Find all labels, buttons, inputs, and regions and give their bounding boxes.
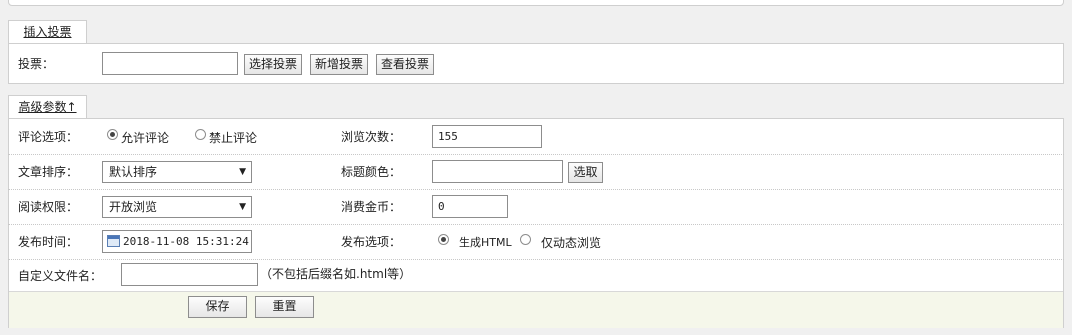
title-color-label: 标题颜色： xyxy=(341,165,402,179)
sort-select-value: 默认排序 xyxy=(109,165,158,179)
comment-options-label: 评论选项： xyxy=(18,130,79,144)
radio-allow-comment[interactable] xyxy=(107,129,118,140)
row-divider xyxy=(8,189,1064,190)
pick-color-button[interactable]: 选取 xyxy=(568,162,603,183)
publish-time-input[interactable]: 2018-11-08 15:31:24 xyxy=(102,230,252,253)
advanced-panel xyxy=(8,118,1064,328)
row-divider xyxy=(8,259,1064,260)
insert-vote-panel: 投票： 选择投票 新增投票 查看投票 xyxy=(8,43,1064,84)
views-label: 浏览次数： xyxy=(341,130,402,144)
read-permission-select[interactable]: 开放浏览 ▼ xyxy=(102,196,252,218)
read-permission-value: 开放浏览 xyxy=(109,200,158,214)
vote-label: 投票： xyxy=(18,57,55,71)
custom-filename-label: 自定义文件名： xyxy=(18,269,103,283)
publish-time-value: 2018-11-08 15:31:24 xyxy=(123,235,249,248)
title-color-input[interactable] xyxy=(432,160,563,183)
select-vote-button[interactable]: 选择投票 xyxy=(244,54,302,75)
view-vote-button[interactable]: 查看投票 xyxy=(376,54,434,75)
calendar-icon[interactable] xyxy=(107,235,120,247)
form-footer xyxy=(9,291,1063,328)
custom-filename-hint: （不包括后缀名如.html等） xyxy=(260,267,412,281)
sort-select[interactable]: 默认排序 ▼ xyxy=(102,161,252,183)
custom-filename-input[interactable] xyxy=(121,263,258,286)
vote-input[interactable] xyxy=(102,52,238,75)
reset-button[interactable]: 重置 xyxy=(255,296,314,318)
chevron-down-icon[interactable]: ▼ xyxy=(239,197,246,217)
read-permission-label: 阅读权限： xyxy=(18,200,79,214)
forbid-comment-label[interactable]: 禁止评论 xyxy=(209,130,257,146)
allow-comment-label[interactable]: 允许评论 xyxy=(121,130,169,146)
tab-insert-vote[interactable]: 插入投票 xyxy=(8,20,87,44)
publish-time-label: 发布时间： xyxy=(18,235,79,249)
coins-label: 消费金币： xyxy=(341,200,402,214)
publish-option-label: 发布选项： xyxy=(341,235,402,249)
generate-html-label[interactable]: 生成HTML xyxy=(459,235,512,251)
tab-advanced-params-label[interactable]: 高级参数↑ xyxy=(18,100,76,114)
tab-advanced-params[interactable]: 高级参数↑ xyxy=(8,95,87,119)
add-vote-button[interactable]: 新增投票 xyxy=(310,54,368,75)
views-input[interactable]: 155 xyxy=(432,125,542,148)
row-divider xyxy=(8,154,1064,155)
previous-section-panel xyxy=(8,0,1064,6)
dynamic-only-label[interactable]: 仅动态浏览 xyxy=(541,235,601,251)
sort-label: 文章排序： xyxy=(18,165,79,179)
radio-generate-html[interactable] xyxy=(438,234,449,245)
radio-dynamic-only[interactable] xyxy=(520,234,531,245)
coins-input[interactable]: 0 xyxy=(432,195,508,218)
chevron-down-icon[interactable]: ▼ xyxy=(239,162,246,182)
radio-forbid-comment[interactable] xyxy=(195,129,206,140)
tab-insert-vote-label[interactable]: 插入投票 xyxy=(23,25,71,39)
row-divider xyxy=(8,224,1064,225)
save-button[interactable]: 保存 xyxy=(188,296,247,318)
